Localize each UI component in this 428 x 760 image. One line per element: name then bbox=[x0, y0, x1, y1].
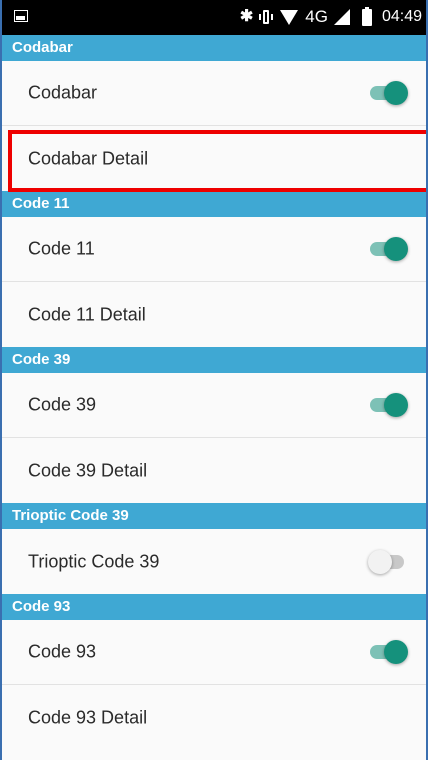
setting-row-trioptic-code-39[interactable]: Trioptic Code 39 bbox=[2, 529, 426, 594]
setting-row-code-11-detail[interactable]: Code 11 Detail bbox=[2, 282, 426, 347]
setting-row-codabar-detail[interactable]: Codabar Detail bbox=[2, 126, 426, 191]
wifi-icon bbox=[279, 8, 299, 26]
setting-row-code-39[interactable]: Code 39 bbox=[2, 373, 426, 438]
status-bar: ✱ 4G 04:49 bbox=[2, 0, 426, 35]
switch-thumb bbox=[384, 237, 408, 261]
status-clock: 04:49 bbox=[381, 8, 422, 25]
section-header-code-39: Code 39 bbox=[2, 347, 426, 373]
section-header-codabar: Codabar bbox=[2, 35, 426, 61]
code-39-toggle-switch[interactable] bbox=[370, 392, 408, 418]
vibrate-icon bbox=[259, 8, 274, 26]
setting-row-code-93[interactable]: Code 93 bbox=[2, 620, 426, 685]
signal-icon bbox=[333, 9, 350, 25]
setting-label: Code 93 Detail bbox=[28, 707, 148, 727]
setting-row-codabar[interactable]: Codabar bbox=[2, 61, 426, 126]
code-11-toggle-switch[interactable] bbox=[370, 236, 408, 262]
battery-icon bbox=[361, 6, 372, 26]
setting-row-code-11[interactable]: Code 11 bbox=[2, 217, 426, 282]
switch-thumb bbox=[368, 549, 392, 574]
setting-row-code-39-detail[interactable]: Code 39 Detail bbox=[2, 438, 426, 503]
bluetooth-icon: ✱ bbox=[239, 8, 254, 25]
trioptic-code-39-toggle-switch[interactable] bbox=[368, 549, 406, 575]
setting-label: Code 93 bbox=[28, 641, 97, 662]
setting-label: Code 11 Detail bbox=[28, 304, 146, 324]
setting-label: Trioptic Code 39 bbox=[28, 551, 160, 571]
network-type-label: 4G bbox=[305, 7, 328, 26]
section-header-trioptic-code-39: Trioptic Code 39 bbox=[2, 503, 426, 529]
setting-label: Codabar Detail bbox=[28, 148, 149, 168]
switch-thumb bbox=[384, 81, 408, 105]
codabar-toggle-switch[interactable] bbox=[370, 80, 408, 106]
code-93-toggle-switch[interactable] bbox=[370, 639, 408, 665]
image-notification-icon bbox=[14, 10, 28, 22]
switch-thumb bbox=[384, 393, 408, 417]
setting-row-code-93-detail[interactable]: Code 93 Detail bbox=[2, 685, 426, 750]
section-header-code-11: Code 11 bbox=[2, 191, 426, 217]
status-icons: ✱ 4G 04:49 bbox=[239, 6, 422, 27]
setting-label: Code 11 bbox=[28, 238, 95, 259]
setting-label: Code 39 bbox=[28, 394, 97, 415]
setting-label: Codabar bbox=[28, 82, 98, 103]
screen-frame: ✱ 4G 04:49 Codabar Codabar Codabar Detai… bbox=[0, 0, 428, 760]
setting-label: Code 39 Detail bbox=[28, 460, 148, 480]
symbology-settings-list: Codabar Codabar Codabar Detail Code 11 C… bbox=[2, 35, 426, 750]
switch-thumb bbox=[384, 640, 408, 664]
section-header-code-93: Code 93 bbox=[2, 594, 426, 620]
